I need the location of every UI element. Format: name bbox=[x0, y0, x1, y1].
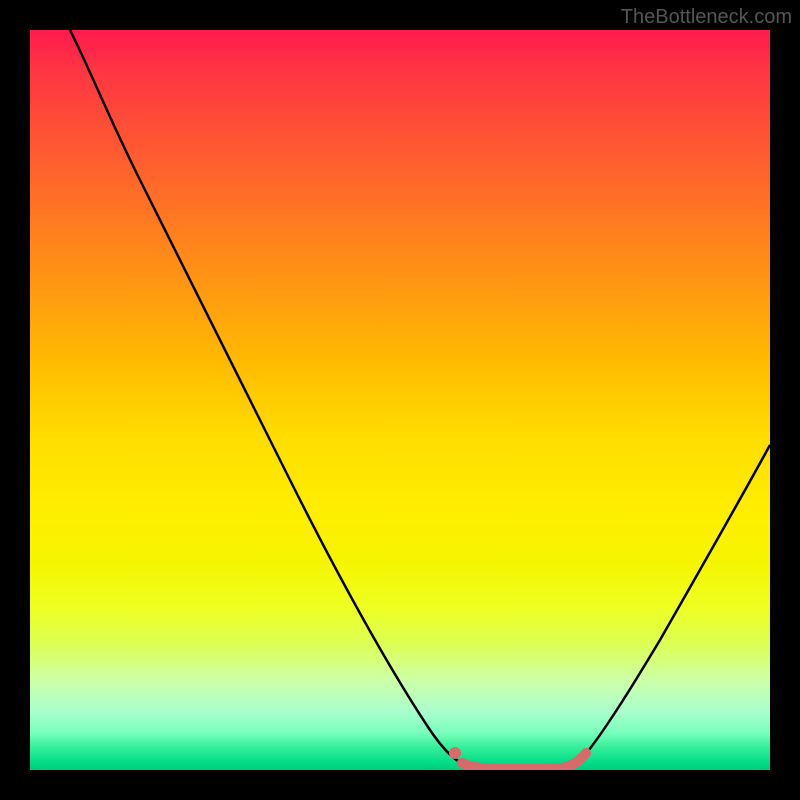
curve-svg bbox=[30, 30, 770, 770]
marker-dot-start bbox=[449, 747, 461, 759]
plot-area bbox=[30, 30, 770, 770]
watermark-text: TheBottleneck.com bbox=[621, 6, 792, 29]
bottleneck-curve-line bbox=[70, 30, 770, 768]
chart-container: TheBottleneck.com bbox=[0, 0, 800, 800]
optimal-range-marker-line bbox=[462, 753, 586, 769]
